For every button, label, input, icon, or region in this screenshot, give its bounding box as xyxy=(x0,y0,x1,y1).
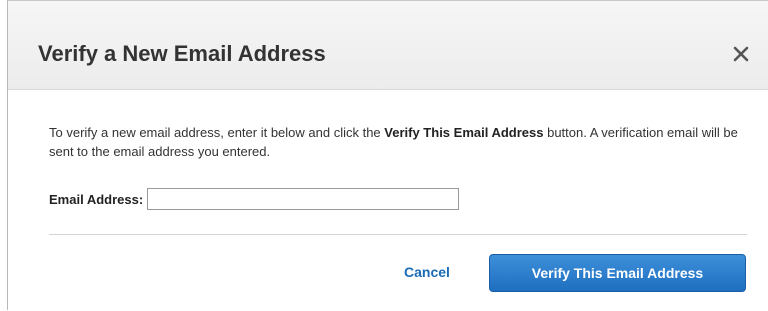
verify-email-button[interactable]: Verify This Email Address xyxy=(489,254,746,292)
instructions-text-start: To verify a new email address, enter it … xyxy=(49,125,385,140)
instructions-button-name: Verify This Email Address xyxy=(384,125,544,140)
dialog-title: Verify a New Email Address xyxy=(38,41,326,66)
close-icon[interactable] xyxy=(730,43,752,65)
email-label: Email Address: xyxy=(49,191,144,207)
dialog-header: Verify a New Email Address xyxy=(8,1,768,90)
verify-email-dialog: Verify a New Email Address To verify a n… xyxy=(7,0,768,310)
email-input[interactable] xyxy=(147,188,460,210)
cancel-button[interactable]: Cancel xyxy=(404,264,450,280)
dialog-body: To verify a new email address, enter it … xyxy=(8,90,768,311)
email-row: Email Address: xyxy=(49,187,460,211)
instructions-text: To verify a new email address, enter it … xyxy=(49,123,739,161)
divider xyxy=(49,234,747,235)
